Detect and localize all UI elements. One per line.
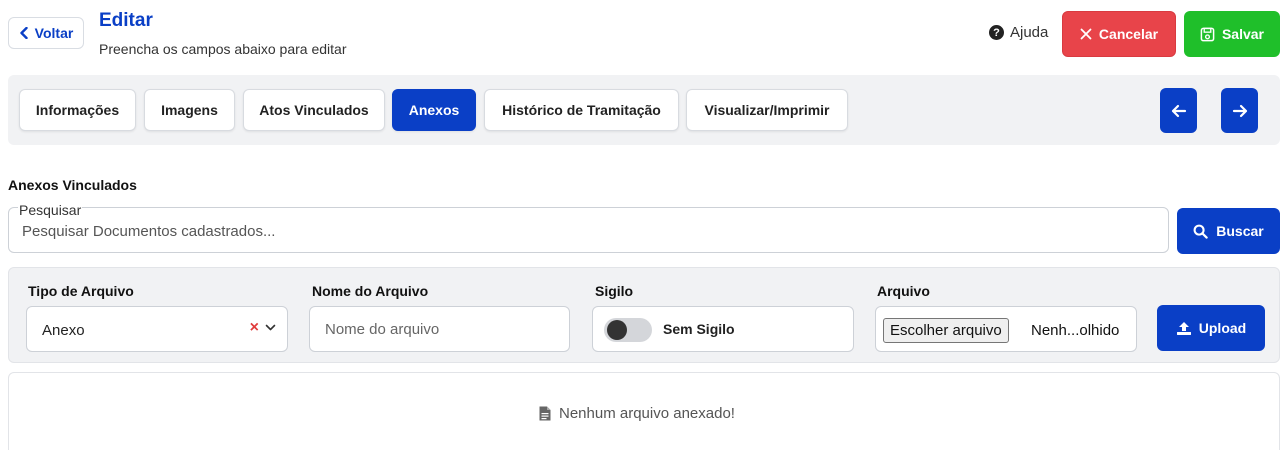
close-icon: [1080, 28, 1092, 40]
section-title: Anexos Vinculados: [8, 177, 137, 193]
tabs-bar: Informações Imagens Atos Vinculados Anex…: [8, 75, 1280, 145]
arquivo-field: Escolher arquivo Nenh...olhido: [875, 306, 1137, 352]
sigilo-label: Sigilo: [595, 283, 634, 299]
file-status: Nenh...olhido: [1031, 322, 1120, 339]
tab-anexos[interactable]: Anexos: [392, 89, 476, 131]
nome-arquivo-field: [309, 306, 570, 352]
toggle-knob: [607, 320, 627, 340]
arrow-left-icon: [1171, 104, 1186, 117]
page-subtitle: Preencha os campos abaixo para editar: [99, 41, 347, 57]
upload-icon: [1176, 321, 1191, 335]
upload-button-label: Upload: [1198, 320, 1247, 336]
attachments-list: Nenhum arquivo anexado!: [8, 372, 1280, 450]
save-button-label: Salvar: [1221, 26, 1265, 42]
page-title: Editar: [99, 10, 153, 31]
tipo-arquivo-value: Anexo: [42, 322, 85, 339]
tab-imagens[interactable]: Imagens: [144, 89, 235, 131]
tab-atos-vinculados[interactable]: Atos Vinculados: [243, 89, 385, 131]
tab-historico-de-tramitacao[interactable]: Histórico de Tramitação: [484, 89, 679, 131]
floppy-disk-icon: [1200, 27, 1215, 41]
save-button[interactable]: Salvar: [1184, 11, 1280, 57]
sigilo-toggle[interactable]: [604, 318, 652, 342]
upload-button[interactable]: Upload: [1157, 305, 1265, 351]
chevron-left-icon: [19, 27, 28, 39]
tipo-arquivo-select[interactable]: Anexo ×: [26, 306, 288, 352]
next-tab-button[interactable]: [1221, 88, 1258, 133]
sigilo-value: Sem Sigilo: [663, 321, 735, 337]
arquivo-label: Arquivo: [877, 283, 930, 299]
search-legend: Pesquisar: [18, 202, 83, 218]
file-icon: [539, 406, 551, 421]
search-button[interactable]: Buscar: [1177, 208, 1280, 254]
previous-tab-button[interactable]: [1160, 88, 1197, 133]
help-link[interactable]: ? Ajuda: [989, 24, 1048, 41]
search-field: Pesquisar: [8, 202, 1169, 253]
nome-arquivo-label: Nome do Arquivo: [312, 283, 429, 299]
empty-state: Nenhum arquivo anexado!: [539, 405, 735, 422]
empty-message: Nenhum arquivo anexado!: [559, 405, 735, 422]
nome-arquivo-input[interactable]: [325, 321, 545, 338]
upload-form-panel: Tipo de Arquivo Anexo × Nome do Arquivo …: [8, 267, 1280, 363]
back-button-label: Voltar: [34, 25, 74, 41]
sigilo-field: Sem Sigilo: [592, 306, 854, 352]
back-button[interactable]: Voltar: [8, 17, 84, 49]
question-circle-icon: ?: [989, 25, 1004, 40]
cancel-button-label: Cancelar: [1098, 26, 1159, 42]
tipo-arquivo-label: Tipo de Arquivo: [28, 283, 134, 299]
arrow-right-icon: [1232, 104, 1247, 117]
choose-file-button[interactable]: Escolher arquivo: [883, 318, 1009, 343]
search-button-label: Buscar: [1216, 223, 1264, 239]
tab-visualizar-imprimir[interactable]: Visualizar/Imprimir: [686, 89, 848, 131]
search-input[interactable]: [22, 223, 1152, 240]
tab-informacoes[interactable]: Informações: [19, 89, 136, 131]
clear-icon[interactable]: ×: [250, 319, 259, 337]
cancel-button[interactable]: Cancelar: [1062, 11, 1176, 57]
help-label: Ajuda: [1010, 24, 1049, 41]
search-icon: [1193, 224, 1208, 239]
chevron-down-icon[interactable]: [265, 324, 276, 332]
